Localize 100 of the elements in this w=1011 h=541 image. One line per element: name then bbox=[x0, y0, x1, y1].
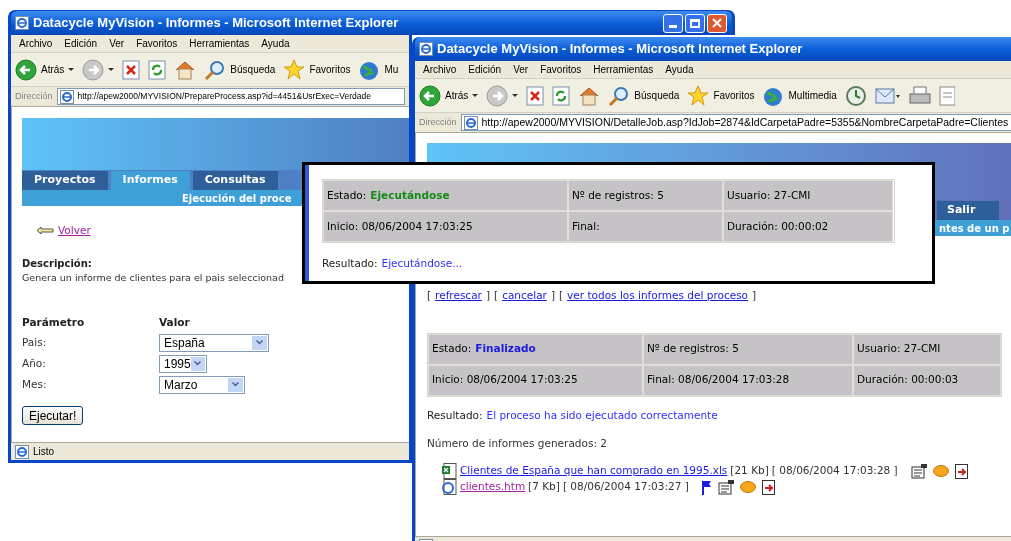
bracket: ] bbox=[485, 288, 490, 303]
nav-tab[interactable]: Consultas bbox=[192, 171, 278, 190]
toolbar-button[interactable]: Atrás bbox=[15, 58, 75, 81]
printer-icon bbox=[908, 85, 931, 106]
menu-item[interactable]: Ver bbox=[513, 62, 529, 77]
menu-item[interactable]: Favoritos bbox=[540, 62, 582, 77]
table-cell: Inicio: 08/06/2004 17:03:25 bbox=[428, 364, 643, 396]
toolbar-button[interactable] bbox=[486, 84, 519, 107]
envelope-icon bbox=[874, 85, 901, 106]
export-document-icon[interactable] bbox=[761, 479, 775, 495]
select-field[interactable]: Marzo bbox=[159, 375, 245, 394]
back-link[interactable]: Volver bbox=[58, 223, 91, 239]
nav-tab[interactable]: Salir bbox=[937, 201, 999, 220]
toolbar-button[interactable] bbox=[122, 59, 141, 80]
toolbar-button[interactable] bbox=[148, 59, 167, 80]
properties-icon[interactable] bbox=[717, 479, 734, 495]
properties-icon[interactable] bbox=[910, 463, 927, 479]
toolbar-button[interactable] bbox=[908, 85, 931, 106]
toolbar-button[interactable] bbox=[82, 58, 115, 81]
column-header: Parámetro bbox=[22, 315, 86, 330]
toolbar-button[interactable]: Favoritos bbox=[283, 58, 351, 81]
toolbar-button[interactable] bbox=[874, 85, 901, 106]
table-cell: Estado: Finalizado bbox=[428, 333, 643, 365]
file-link[interactable]: clientes.htm bbox=[460, 479, 526, 496]
result-label: Resultado: bbox=[322, 256, 378, 271]
bracket: ] bbox=[752, 288, 757, 303]
toolbar-button[interactable] bbox=[174, 59, 197, 80]
favorite-badge-icon[interactable] bbox=[932, 465, 949, 478]
bracket: ] bbox=[550, 288, 555, 303]
file-link[interactable]: Clientes de España que han comprado en 1995.xls bbox=[460, 463, 728, 480]
favorite-badge-icon[interactable] bbox=[739, 481, 756, 494]
menu-item[interactable]: Archivo bbox=[19, 36, 53, 51]
close-icon bbox=[712, 18, 722, 28]
toolbar-button[interactable]: Búsqueda bbox=[608, 84, 680, 107]
page-subtitle: Ejecución del proce bbox=[182, 191, 292, 206]
nav-tab[interactable]: Proyectos bbox=[22, 171, 108, 190]
action-link[interactable]: refrescar bbox=[435, 288, 482, 304]
toolbar-button[interactable]: Atrás bbox=[419, 84, 479, 107]
flag-icon[interactable] bbox=[701, 479, 712, 495]
run-button[interactable]: Ejecutar! bbox=[22, 405, 84, 425]
toolbar-button[interactable]: Mu bbox=[358, 58, 399, 81]
minimize-button[interactable] bbox=[663, 13, 683, 33]
table-cell: Nº de registros: 5 bbox=[568, 180, 723, 211]
home-icon bbox=[174, 59, 197, 80]
select-field[interactable]: 1995 bbox=[159, 354, 207, 373]
left-arrow-icon bbox=[36, 226, 54, 236]
page-icon bbox=[419, 42, 433, 56]
refresh-icon bbox=[148, 59, 167, 80]
clock-icon bbox=[844, 84, 867, 107]
toolbar-button[interactable]: Búsqueda bbox=[204, 58, 276, 81]
menu-item[interactable]: Favoritos bbox=[136, 36, 178, 51]
address-field[interactable]: http://apew2000/MYVISION/PrepareProcess.asp?id=4451&UsrExec=Verdade bbox=[56, 88, 405, 105]
export-document-icon[interactable] bbox=[954, 463, 968, 479]
status-text: Listo bbox=[33, 445, 55, 459]
toolbar-button[interactable] bbox=[552, 85, 571, 106]
page-subtitle: ntes de un p bbox=[939, 221, 1010, 236]
table-cell: Usuario: 27-CMI bbox=[853, 333, 1001, 365]
file-size: [21 Kb] bbox=[730, 463, 769, 479]
parameter-label: Mes: bbox=[22, 376, 48, 392]
stop-page-icon bbox=[122, 59, 141, 80]
dropdown-arrow-icon bbox=[472, 94, 479, 97]
table-cell: Inicio: 08/06/2004 17:03:25 bbox=[323, 211, 568, 242]
file-size: [7 Kb] bbox=[528, 479, 560, 495]
action-link[interactable]: ver todos los informes del proceso bbox=[567, 288, 749, 304]
page-icon bbox=[15, 444, 29, 459]
page-icon bbox=[59, 89, 74, 104]
toolbar-button[interactable] bbox=[844, 84, 867, 107]
toolbar-button[interactable]: Multimedia bbox=[762, 84, 837, 107]
select-field[interactable]: España bbox=[159, 333, 269, 352]
menu-item[interactable]: Archivo bbox=[423, 62, 457, 77]
menu-item[interactable]: Herramientas bbox=[189, 36, 250, 51]
stop-page-icon bbox=[526, 85, 545, 106]
menu-item[interactable]: Ayuda bbox=[261, 36, 290, 51]
maximize-button[interactable] bbox=[685, 13, 705, 33]
menu-item[interactable]: Edición bbox=[468, 62, 502, 77]
menu-item[interactable]: Ayuda bbox=[665, 62, 694, 77]
table-cell: Final: bbox=[568, 211, 723, 242]
page-icon bbox=[15, 16, 29, 30]
dropdown-arrow-icon bbox=[108, 68, 115, 71]
result-text: El proceso ha sido ejecutado correctamente bbox=[486, 407, 718, 423]
table-cell: Estado: Ejecutándose bbox=[323, 180, 568, 211]
action-link[interactable]: cancelar bbox=[502, 288, 547, 304]
page-icon bbox=[463, 115, 478, 130]
table-cell: Duración: 00:00:02 bbox=[723, 211, 893, 242]
report-count: Número de informes generados: 2 bbox=[427, 435, 607, 451]
star-icon bbox=[283, 58, 306, 81]
toolbar-button[interactable] bbox=[578, 85, 601, 106]
close-button[interactable] bbox=[707, 13, 727, 33]
menu-item[interactable]: Edición bbox=[64, 36, 98, 51]
address-field[interactable]: http://apew2000/MYVISION/DetalleJob.asp?IdJob=2874&IdCarpetaPadre=5355&NombreCarpetaPadre=Clientes bbox=[460, 114, 1011, 131]
spreadsheet-file-icon bbox=[442, 463, 457, 480]
status-value: Finalizado bbox=[475, 341, 536, 357]
menu-item[interactable]: Herramientas bbox=[593, 62, 654, 77]
description-label: Descripción: bbox=[22, 256, 92, 271]
file-date: [ 08/06/2004 17:03:28 ] bbox=[771, 463, 898, 479]
menu-item[interactable]: Ver bbox=[109, 36, 125, 51]
table-cell: Usuario: 27-CMI bbox=[723, 180, 893, 211]
bracket: [ bbox=[427, 288, 432, 303]
toolbar-button[interactable]: Favoritos bbox=[687, 84, 755, 107]
toolbar-button[interactable] bbox=[526, 85, 545, 106]
